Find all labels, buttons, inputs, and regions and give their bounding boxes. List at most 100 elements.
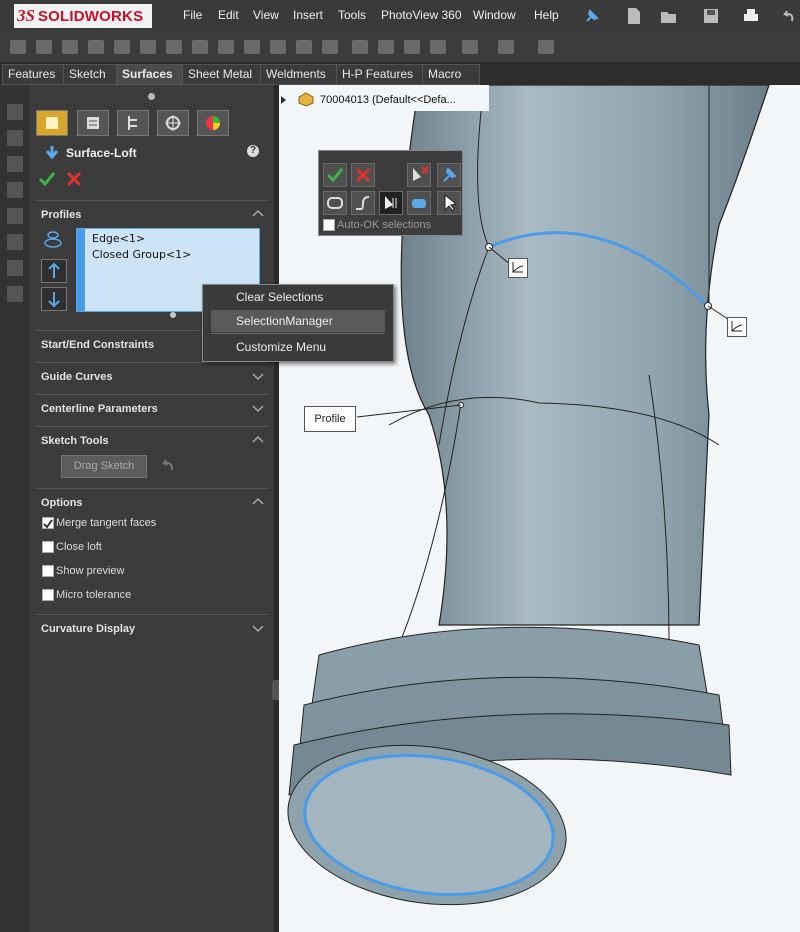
menu-window[interactable]: Window (473, 8, 516, 22)
guide-curves-title[interactable]: Guide Curves (41, 371, 113, 383)
tab-configuration-manager[interactable] (117, 110, 149, 136)
surface-extrude-icon[interactable] (10, 40, 26, 54)
resize-handle[interactable] (170, 312, 176, 318)
strip-tool-icon[interactable] (7, 234, 23, 250)
select-region-button[interactable] (407, 191, 431, 215)
chevron-down-icon[interactable] (252, 403, 264, 413)
surface-sweep-icon[interactable] (62, 40, 78, 54)
surface-loft-icon[interactable] (88, 40, 104, 54)
centerline-parameters-title[interactable]: Centerline Parameters (41, 403, 158, 415)
menu-photoview[interactable]: PhotoView 360 (381, 8, 462, 22)
cut-with-surface-icon[interactable] (462, 40, 478, 54)
menu-item-clear-selections[interactable]: Clear Selections (211, 286, 385, 308)
menu-tools[interactable]: Tools (338, 8, 366, 22)
relation-callout-icon[interactable] (508, 258, 528, 278)
list-item[interactable]: Closed Group<1> (92, 248, 191, 261)
open-icon[interactable] (660, 7, 678, 25)
strip-tool-icon[interactable] (7, 208, 23, 224)
delete-face-icon[interactable] (404, 40, 420, 54)
menu-item-customize-menu[interactable]: Customize Menu (211, 336, 385, 358)
curvature-display-title[interactable]: Curvature Display (41, 623, 135, 635)
micro-tolerance-checkbox[interactable] (42, 589, 54, 601)
tab-display-manager[interactable] (197, 110, 229, 136)
move-down-button[interactable] (41, 287, 67, 311)
menu-help[interactable]: Help (534, 8, 559, 22)
part-name[interactable]: 70004013 (Default<<Defa... (320, 94, 456, 106)
undo-sketch-icon[interactable] (158, 457, 176, 473)
select-pointer-button[interactable] (437, 191, 461, 215)
merge-tangent-faces-checkbox[interactable] (42, 517, 54, 529)
menu-view[interactable]: View (253, 8, 279, 22)
chevron-up-icon[interactable] (252, 208, 264, 218)
trim-surface-icon[interactable] (296, 40, 312, 54)
print-icon[interactable] (742, 7, 760, 25)
cancel-selection-button[interactable] (351, 163, 375, 187)
close-loft-checkbox[interactable] (42, 541, 54, 553)
curves-icon[interactable] (498, 40, 514, 54)
strip-tool-icon[interactable] (7, 260, 23, 276)
relation-callout-icon[interactable] (727, 317, 747, 337)
surface-revolve-icon[interactable] (36, 40, 52, 54)
chevron-down-icon[interactable] (252, 371, 264, 381)
move-up-button[interactable] (41, 259, 67, 283)
panel-collapse-dot[interactable] (148, 93, 155, 100)
menu-item-selection-manager[interactable]: SelectionManager (211, 310, 385, 332)
cancel-x-icon[interactable] (66, 171, 82, 187)
profile-callout[interactable]: Profile (304, 406, 356, 432)
strip-tool-icon[interactable] (7, 104, 23, 120)
show-preview-checkbox[interactable] (42, 565, 54, 577)
clear-selections-button[interactable] (407, 163, 431, 187)
replace-face-icon[interactable] (430, 40, 446, 54)
chevron-up-icon[interactable] (252, 496, 264, 506)
profiles-section-title[interactable]: Profiles (41, 209, 81, 221)
select-open-loop-button[interactable] (351, 191, 375, 215)
offset-surface-icon[interactable] (192, 40, 208, 54)
pin-icon[interactable] (583, 7, 601, 25)
auto-ok-checkbox[interactable] (323, 219, 335, 231)
sketch-tools-title[interactable]: Sketch Tools (41, 435, 109, 447)
help-icon[interactable]: ? (247, 145, 259, 157)
chevron-up-icon[interactable] (252, 434, 264, 444)
strip-tool-icon[interactable] (7, 130, 23, 146)
menu-edit[interactable]: Edit (218, 8, 239, 22)
tab-macro[interactable]: Macro (422, 64, 480, 85)
list-item[interactable]: Edge<1> (92, 232, 145, 245)
drag-sketch-button[interactable]: Drag Sketch (61, 455, 147, 478)
strip-tool-icon[interactable] (7, 182, 23, 198)
chevron-down-icon[interactable] (252, 623, 264, 633)
tab-features[interactable]: Features (2, 64, 67, 85)
start-end-constraints-title[interactable]: Start/End Constraints (41, 339, 154, 351)
tab-sketch[interactable]: Sketch (63, 64, 119, 85)
strip-tool-icon[interactable] (7, 156, 23, 172)
mid-surface-icon[interactable] (538, 40, 554, 54)
menu-file[interactable]: File (183, 8, 202, 22)
filled-surface-icon[interactable] (140, 40, 156, 54)
select-closed-loop-button[interactable] (323, 191, 347, 215)
menu-insert[interactable]: Insert (293, 8, 323, 22)
fillet-icon[interactable] (244, 40, 260, 54)
expand-arrow-icon[interactable] (279, 95, 289, 105)
tab-hp-features[interactable]: H-P Features (336, 64, 428, 85)
ok-check-icon[interactable] (38, 171, 56, 187)
strip-tool-icon[interactable] (7, 286, 23, 302)
ruled-surface-icon[interactable] (218, 40, 234, 54)
undo-icon[interactable] (780, 7, 796, 25)
extend-surface-icon[interactable] (270, 40, 286, 54)
untrim-surface-icon[interactable] (322, 40, 338, 54)
new-document-icon[interactable] (626, 7, 642, 25)
boundary-surface-icon[interactable] (114, 40, 130, 54)
tab-property-manager[interactable] (77, 110, 109, 136)
pin-toolbar-button[interactable] (437, 163, 461, 187)
knit-surface-icon[interactable] (352, 40, 368, 54)
solidworks-logo[interactable]: 3S SOLIDWORKS (14, 4, 152, 28)
tab-dimxpert-manager[interactable] (157, 110, 189, 136)
tab-sheet-metal[interactable]: Sheet Metal (182, 64, 266, 85)
thicken-icon[interactable] (378, 40, 394, 54)
tab-feature-manager[interactable] (36, 110, 68, 136)
accept-selection-button[interactable] (323, 163, 347, 187)
tab-surfaces[interactable]: Surfaces (116, 64, 190, 85)
options-section-title[interactable]: Options (41, 497, 83, 509)
planar-surface-icon[interactable] (166, 40, 182, 54)
tab-weldments[interactable]: Weldments (260, 64, 344, 85)
select-group-button[interactable] (379, 191, 403, 215)
